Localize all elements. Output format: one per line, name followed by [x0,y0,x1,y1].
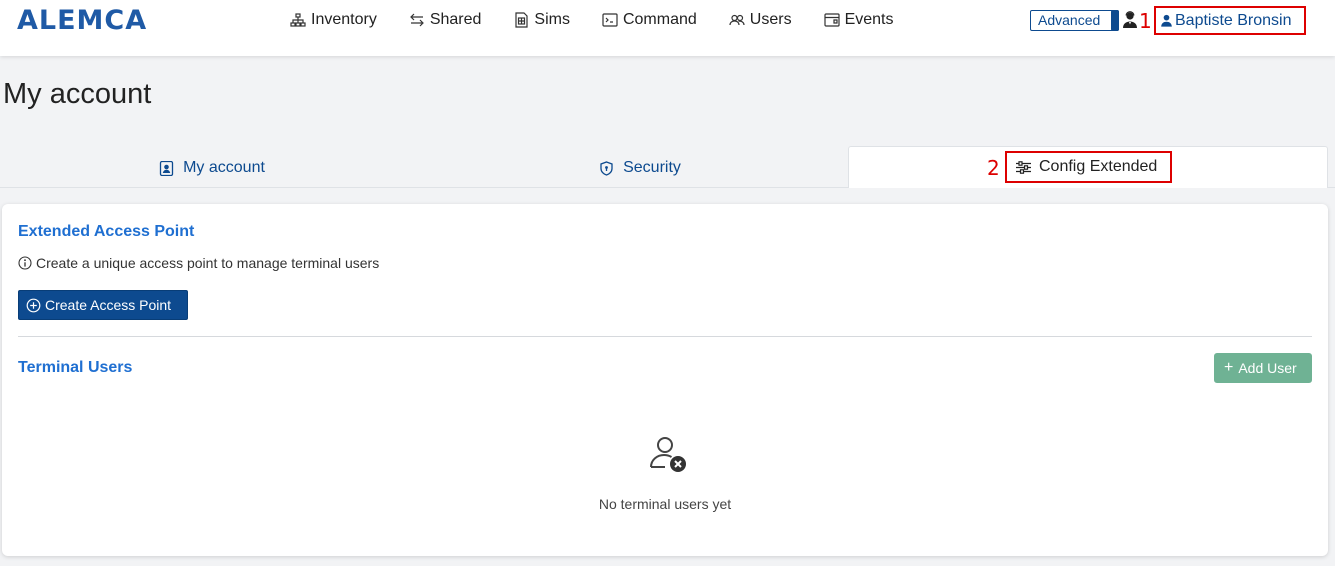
support-agent-icon[interactable] [1122,11,1138,29]
nav-label: Command [622,11,697,28]
swap-arrows-icon [409,12,425,28]
create-access-point-button[interactable]: Create Access Point [18,290,188,320]
shield-icon [600,160,613,176]
nav-sims[interactable]: Sims [513,11,570,29]
access-point-info: Create a unique access point to manage t… [18,255,379,271]
sim-card-icon [513,12,529,28]
tab-security[interactable]: Security [424,148,856,188]
info-icon [18,256,32,270]
plus-icon: + [1224,359,1234,376]
main-nav: Inventory Shared Sims Command Users Even… [290,0,925,40]
empty-state-text: No terminal users yet [598,496,732,512]
id-badge-icon [159,160,174,176]
sitemap-icon [290,12,306,28]
tab-label: Security [623,159,681,176]
brand-logo[interactable]: ALEMCA [17,5,147,36]
nav-users[interactable]: Users [729,11,792,29]
button-label: Add User [1238,360,1297,376]
nav-events[interactable]: Events [823,11,894,29]
user-name: Baptiste Bronsin [1175,11,1292,29]
advanced-mode-toggle[interactable]: Advanced [1030,10,1119,31]
tab-label: My account [183,159,265,176]
nav-inventory[interactable]: Inventory [290,11,377,29]
terminal-icon [602,12,618,28]
toggle-knob [1111,10,1119,31]
nav-label: Sims [534,11,570,28]
nav-label: Inventory [311,11,377,28]
user-menu[interactable]: Baptiste Bronsin [1154,6,1306,35]
sliders-icon [1016,160,1031,174]
button-label: Create Access Point [45,297,172,313]
tab-my-account[interactable]: My account [0,148,424,188]
plus-circle-icon [26,298,41,312]
nav-command[interactable]: Command [602,11,697,29]
user-icon [1161,14,1172,27]
nav-label: Shared [429,11,482,28]
annotation-marker-2: 2 [987,156,1000,180]
top-header: ALEMCA Inventory Shared Sims Command Use… [0,0,1335,56]
calendar-icon [823,12,840,28]
user-remove-icon [650,437,686,472]
extended-access-point-title: Extended Access Point [18,223,195,240]
page-title: My account [3,78,152,110]
config-extended-panel: Extended Access Point Create a unique ac… [2,204,1328,556]
users-icon [729,12,745,28]
terminal-users-title: Terminal Users [18,359,133,376]
section-divider [18,336,1312,337]
annotation-marker-1: 1 [1139,9,1152,33]
nav-label: Users [749,11,792,28]
add-user-button[interactable]: + Add User [1214,353,1312,383]
advanced-label: Advanced [1038,12,1101,28]
tab-config-extended[interactable]: Config Extended [1005,151,1172,183]
tab-label: Config Extended [1039,158,1158,175]
nav-shared[interactable]: Shared [409,11,482,29]
nav-label: Events [844,11,894,28]
info-text: Create a unique access point to manage t… [36,255,380,271]
